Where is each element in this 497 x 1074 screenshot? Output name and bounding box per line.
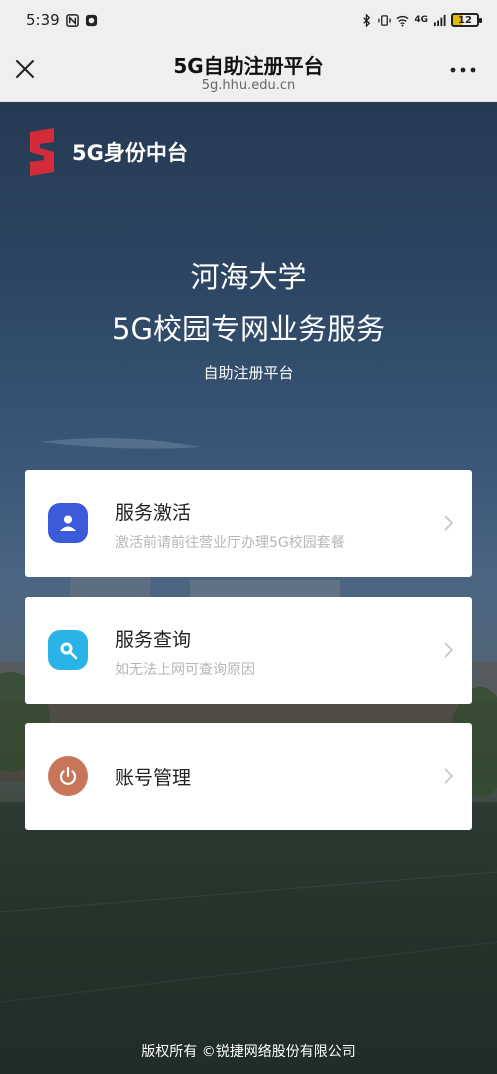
card-title: 服务查询	[115, 629, 192, 651]
chevron-right-icon	[444, 515, 454, 531]
webview-header: 5G自助注册平台 5g.hhu.edu.cn	[0, 40, 497, 102]
card-subtitle: 如无法上网可查询原因	[115, 662, 255, 678]
service-activation-card[interactable]: 服务激活 激活前请前往营业厅办理5G校园套餐	[25, 470, 472, 577]
bluetooth-icon	[363, 13, 371, 27]
vibrate-icon	[378, 14, 392, 26]
hero-university: 河海大学	[190, 260, 307, 294]
battery-level: 12	[458, 14, 472, 26]
status-bar: 5:39 4G 12	[0, 0, 497, 40]
service-query-card[interactable]: 服务查询 如无法上网可查询原因	[25, 597, 472, 704]
search-icon	[60, 642, 78, 660]
hero-platform: 自助注册平台	[203, 364, 294, 382]
battery-icon: 12	[451, 13, 482, 27]
status-right: 4G 12	[360, 13, 482, 27]
page-url: 5g.hhu.edu.cn	[201, 78, 296, 93]
notification-icon	[85, 14, 97, 26]
network-type: 4G	[414, 15, 428, 25]
chevron-right-icon	[444, 768, 454, 784]
card-title: 服务激活	[115, 502, 192, 524]
account-management-card[interactable]: 账号管理	[25, 723, 472, 830]
status-left: 5:39	[26, 11, 98, 29]
power-icon	[59, 766, 77, 785]
campus-background	[0, 438, 497, 1074]
card-title: 账号管理	[115, 767, 192, 789]
brand: 5G身份中台	[24, 128, 188, 176]
status-time: 5:39	[26, 11, 60, 29]
wifi-icon	[396, 15, 409, 27]
card-subtitle: 激活前请前往营业厅办理5G校园套餐	[115, 535, 345, 551]
more-options-icon[interactable]	[449, 62, 477, 78]
chevron-right-icon	[444, 642, 454, 658]
main-content: 5G身份中台 河海大学 5G校园专网业务服务 自助注册平台 服务激活 激活前请前…	[0, 102, 497, 1074]
card-icon-wrap	[48, 503, 88, 543]
brand-logo-icon	[30, 128, 54, 176]
page-title: 5G自助注册平台	[173, 54, 324, 78]
hero-service: 5G校园专网业务服务	[112, 312, 385, 346]
nfc-icon	[65, 13, 79, 27]
brand-name: 5G身份中台	[72, 141, 188, 165]
copyright-footer: 版权所有 ©锐捷网络股份有限公司	[141, 1044, 356, 1060]
user-icon	[60, 515, 76, 531]
card-icon-wrap	[48, 756, 88, 796]
card-icon-wrap	[48, 630, 88, 670]
signal-icon	[433, 14, 446, 26]
